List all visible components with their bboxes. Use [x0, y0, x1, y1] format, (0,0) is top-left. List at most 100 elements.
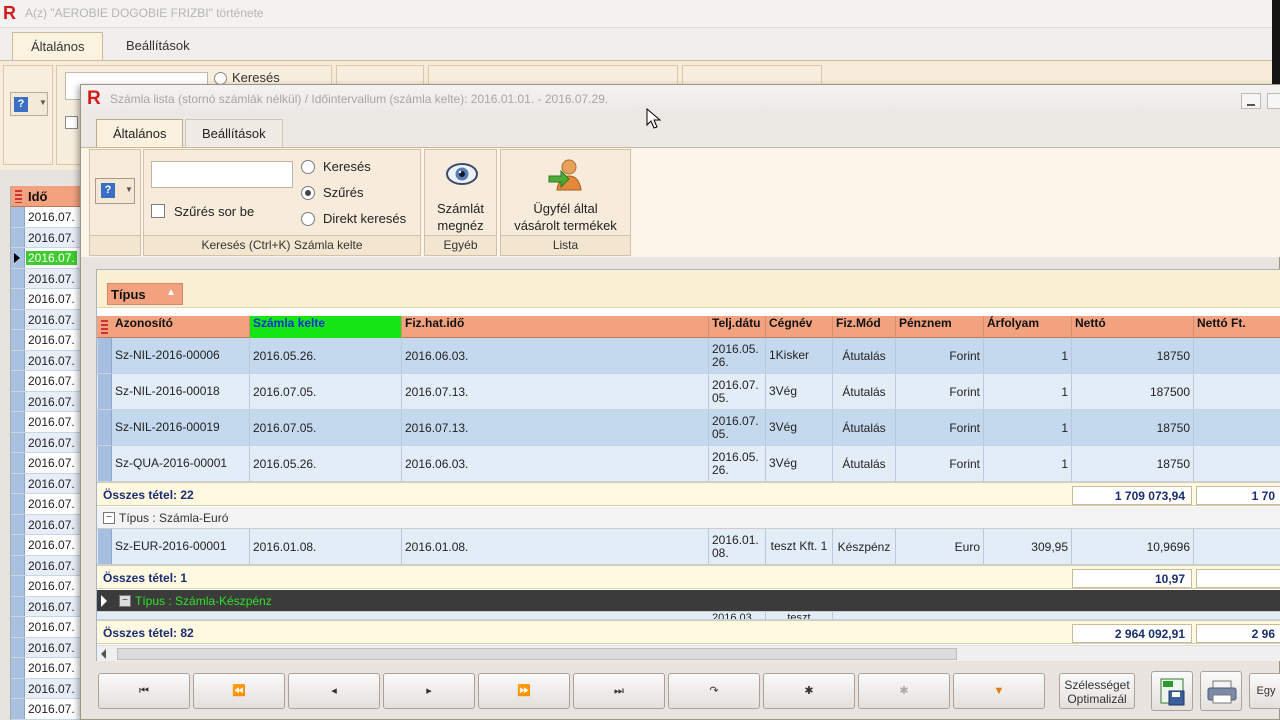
col-header-currency[interactable]: Pénznem — [896, 316, 984, 338]
scroll-left-icon[interactable] — [101, 649, 106, 659]
radio-filter[interactable] — [301, 186, 315, 200]
row-indicator[interactable] — [11, 432, 25, 452]
print-button[interactable] — [1200, 671, 1242, 711]
group-by-chip-type[interactable]: Típus ▲ — [107, 283, 183, 305]
previous-record-button[interactable]: ◂ — [288, 673, 380, 709]
col-header-company[interactable]: Cégnév — [766, 316, 833, 338]
table-row[interactable]: Sz-NIL-2016-00019 2016.07.05. 2016.07.13. 2… — [97, 410, 1280, 446]
optimize-width-button[interactable]: Szélességet Optimalizál — [1059, 673, 1135, 709]
bg-grid-row[interactable]: 2016.07. — [11, 555, 83, 576]
tab-general[interactable]: Általános — [96, 119, 184, 147]
col-header-net[interactable]: Nettó — [1072, 316, 1194, 338]
next-page-button[interactable]: ⏩ — [478, 673, 570, 709]
bg-tab-general[interactable]: Általános — [12, 32, 104, 60]
new-record-disabled-button[interactable]: ✱ — [858, 673, 950, 709]
row-indicator[interactable] — [11, 207, 25, 227]
bg-help-button[interactable]: ? ▼ — [10, 92, 48, 116]
first-record-button[interactable]: ⏮ — [98, 673, 190, 709]
row-indicator[interactable] — [11, 596, 25, 616]
bg-grid-row[interactable]: 2016.07. — [11, 227, 83, 248]
bg-grid-row[interactable]: 2016.07. — [11, 699, 83, 720]
bg-grid-row[interactable]: 2016.07. — [11, 617, 83, 638]
bg-grid-row[interactable]: 2016.07. — [11, 207, 83, 228]
table-row[interactable]: Sz-NIL-2016-00018 2016.07.05. 2016.07.13. 2… — [97, 374, 1280, 410]
bg-grid-row[interactable]: 2016.07. — [11, 412, 83, 433]
maximize-button[interactable] — [1267, 93, 1280, 109]
tab-settings[interactable]: Beállítások — [185, 119, 283, 147]
col-header-id[interactable]: Azonosító — [112, 316, 250, 338]
table-row[interactable]: Sz-EUR-2016-00001 2016.01.08. 2016.01.08. 2… — [97, 529, 1280, 565]
col-header-invoice-date[interactable]: Számla kelte — [250, 316, 402, 338]
bg-grid-row[interactable]: 2016.07. — [11, 268, 83, 289]
row-indicator[interactable] — [98, 338, 112, 373]
collapse-icon[interactable]: − — [119, 595, 131, 607]
bg-grid-row[interactable]: 2016.07. — [11, 391, 83, 412]
row-indicator[interactable] — [11, 268, 25, 288]
row-indicator[interactable] — [11, 494, 25, 514]
bg-filter-checkbox[interactable] — [65, 116, 78, 129]
bg-grid-row[interactable]: 2016.07. — [11, 330, 83, 351]
other-button[interactable]: Egy — [1249, 673, 1280, 709]
row-indicator[interactable] — [11, 227, 25, 247]
previous-page-button[interactable]: ⏪ — [193, 673, 285, 709]
bg-grid-row[interactable]: 2016.07. — [11, 432, 83, 453]
group-row-cash[interactable]: − Típus : Számla-Készpénz — [97, 590, 1280, 612]
filter-button[interactable]: ▼ — [953, 673, 1045, 709]
new-record-button[interactable]: ✱ — [763, 673, 855, 709]
bg-tab-settings[interactable]: Beállítások — [108, 32, 208, 60]
bg-grid-row[interactable]: 2016.07. — [11, 535, 83, 556]
help-dropdown-button[interactable]: ? ▼ — [95, 178, 135, 204]
scrollbar-thumb[interactable] — [117, 648, 957, 660]
row-indicator[interactable] — [11, 678, 25, 698]
radio-search[interactable] — [301, 160, 315, 174]
bg-grid-row[interactable]: 2016.07. — [11, 350, 83, 371]
bg-grid-row[interactable]: 2016.07. — [11, 309, 83, 330]
row-indicator[interactable] — [11, 412, 25, 432]
row-indicator[interactable] — [11, 371, 25, 391]
bg-grid-row[interactable]: 2016.07. — [11, 637, 83, 658]
bg-grid-row[interactable]: 2016.07. — [11, 494, 83, 515]
col-header-net-huf[interactable]: Nettó Ft. — [1194, 316, 1280, 338]
bg-grid-row[interactable]: 2016.07. — [11, 514, 83, 535]
search-input[interactable] — [151, 161, 293, 188]
row-indicator[interactable] — [11, 309, 25, 329]
bg-grid-row[interactable]: 2016.07. — [11, 289, 83, 310]
radio-direct-search[interactable] — [301, 212, 315, 226]
column-chooser-icon[interactable] — [15, 190, 22, 203]
row-indicator[interactable] — [11, 289, 25, 309]
bg-grid-row[interactable]: 2016.07. — [11, 453, 83, 474]
table-row[interactable]: 2016.03. teszt — [97, 612, 1280, 620]
last-record-button[interactable]: ⏭ — [573, 673, 665, 709]
table-row[interactable]: Sz-NIL-2016-00006 2016.05.26. 2016.06.03. 2… — [97, 338, 1280, 374]
bg-grid-row[interactable]: 2016.07. — [11, 371, 83, 392]
table-row[interactable]: Sz-QUA-2016-00001 2016.05.26. 2016.06.03. 2… — [97, 446, 1280, 482]
row-indicator[interactable] — [11, 576, 25, 596]
row-indicator[interactable] — [11, 555, 25, 575]
horizontal-scrollbar[interactable] — [97, 645, 1280, 661]
row-indicator[interactable] — [11, 473, 25, 493]
row-indicator[interactable] — [11, 453, 25, 473]
refresh-button[interactable]: ↷ — [668, 673, 760, 709]
bg-grid-row[interactable]: 2016.07. — [11, 576, 83, 597]
column-chooser-icon[interactable] — [101, 320, 108, 334]
view-invoice-button[interactable]: Számlát megnéz — [425, 150, 496, 236]
bg-grid-row[interactable]: 2016.07. — [11, 658, 83, 679]
bg-grid-row[interactable]: 2016.07. — [11, 596, 83, 617]
row-indicator[interactable] — [98, 529, 112, 564]
bg-grid-row[interactable]: 2016.07. — [11, 678, 83, 699]
col-header-payment-mode[interactable]: Fiz.Mód — [833, 316, 896, 338]
row-indicator[interactable] — [98, 410, 112, 445]
minimize-button[interactable] — [1241, 93, 1261, 109]
col-header-fulfillment-date[interactable]: Telj.dátu — [709, 316, 766, 338]
collapse-icon[interactable]: − — [103, 512, 115, 524]
col-header-rate[interactable]: Árfolyam — [984, 316, 1072, 338]
next-record-button[interactable]: ▸ — [383, 673, 475, 709]
row-indicator[interactable] — [98, 374, 112, 409]
row-indicator[interactable] — [11, 330, 25, 350]
row-indicator[interactable] — [11, 391, 25, 411]
row-indicator[interactable] — [11, 637, 25, 657]
customer-products-button[interactable]: Ügyfél által vásárolt termékek — [501, 150, 630, 236]
filter-row-checkbox[interactable] — [151, 204, 165, 218]
bg-grid-row[interactable]: 2016.07. — [11, 473, 83, 494]
row-indicator[interactable] — [11, 535, 25, 555]
